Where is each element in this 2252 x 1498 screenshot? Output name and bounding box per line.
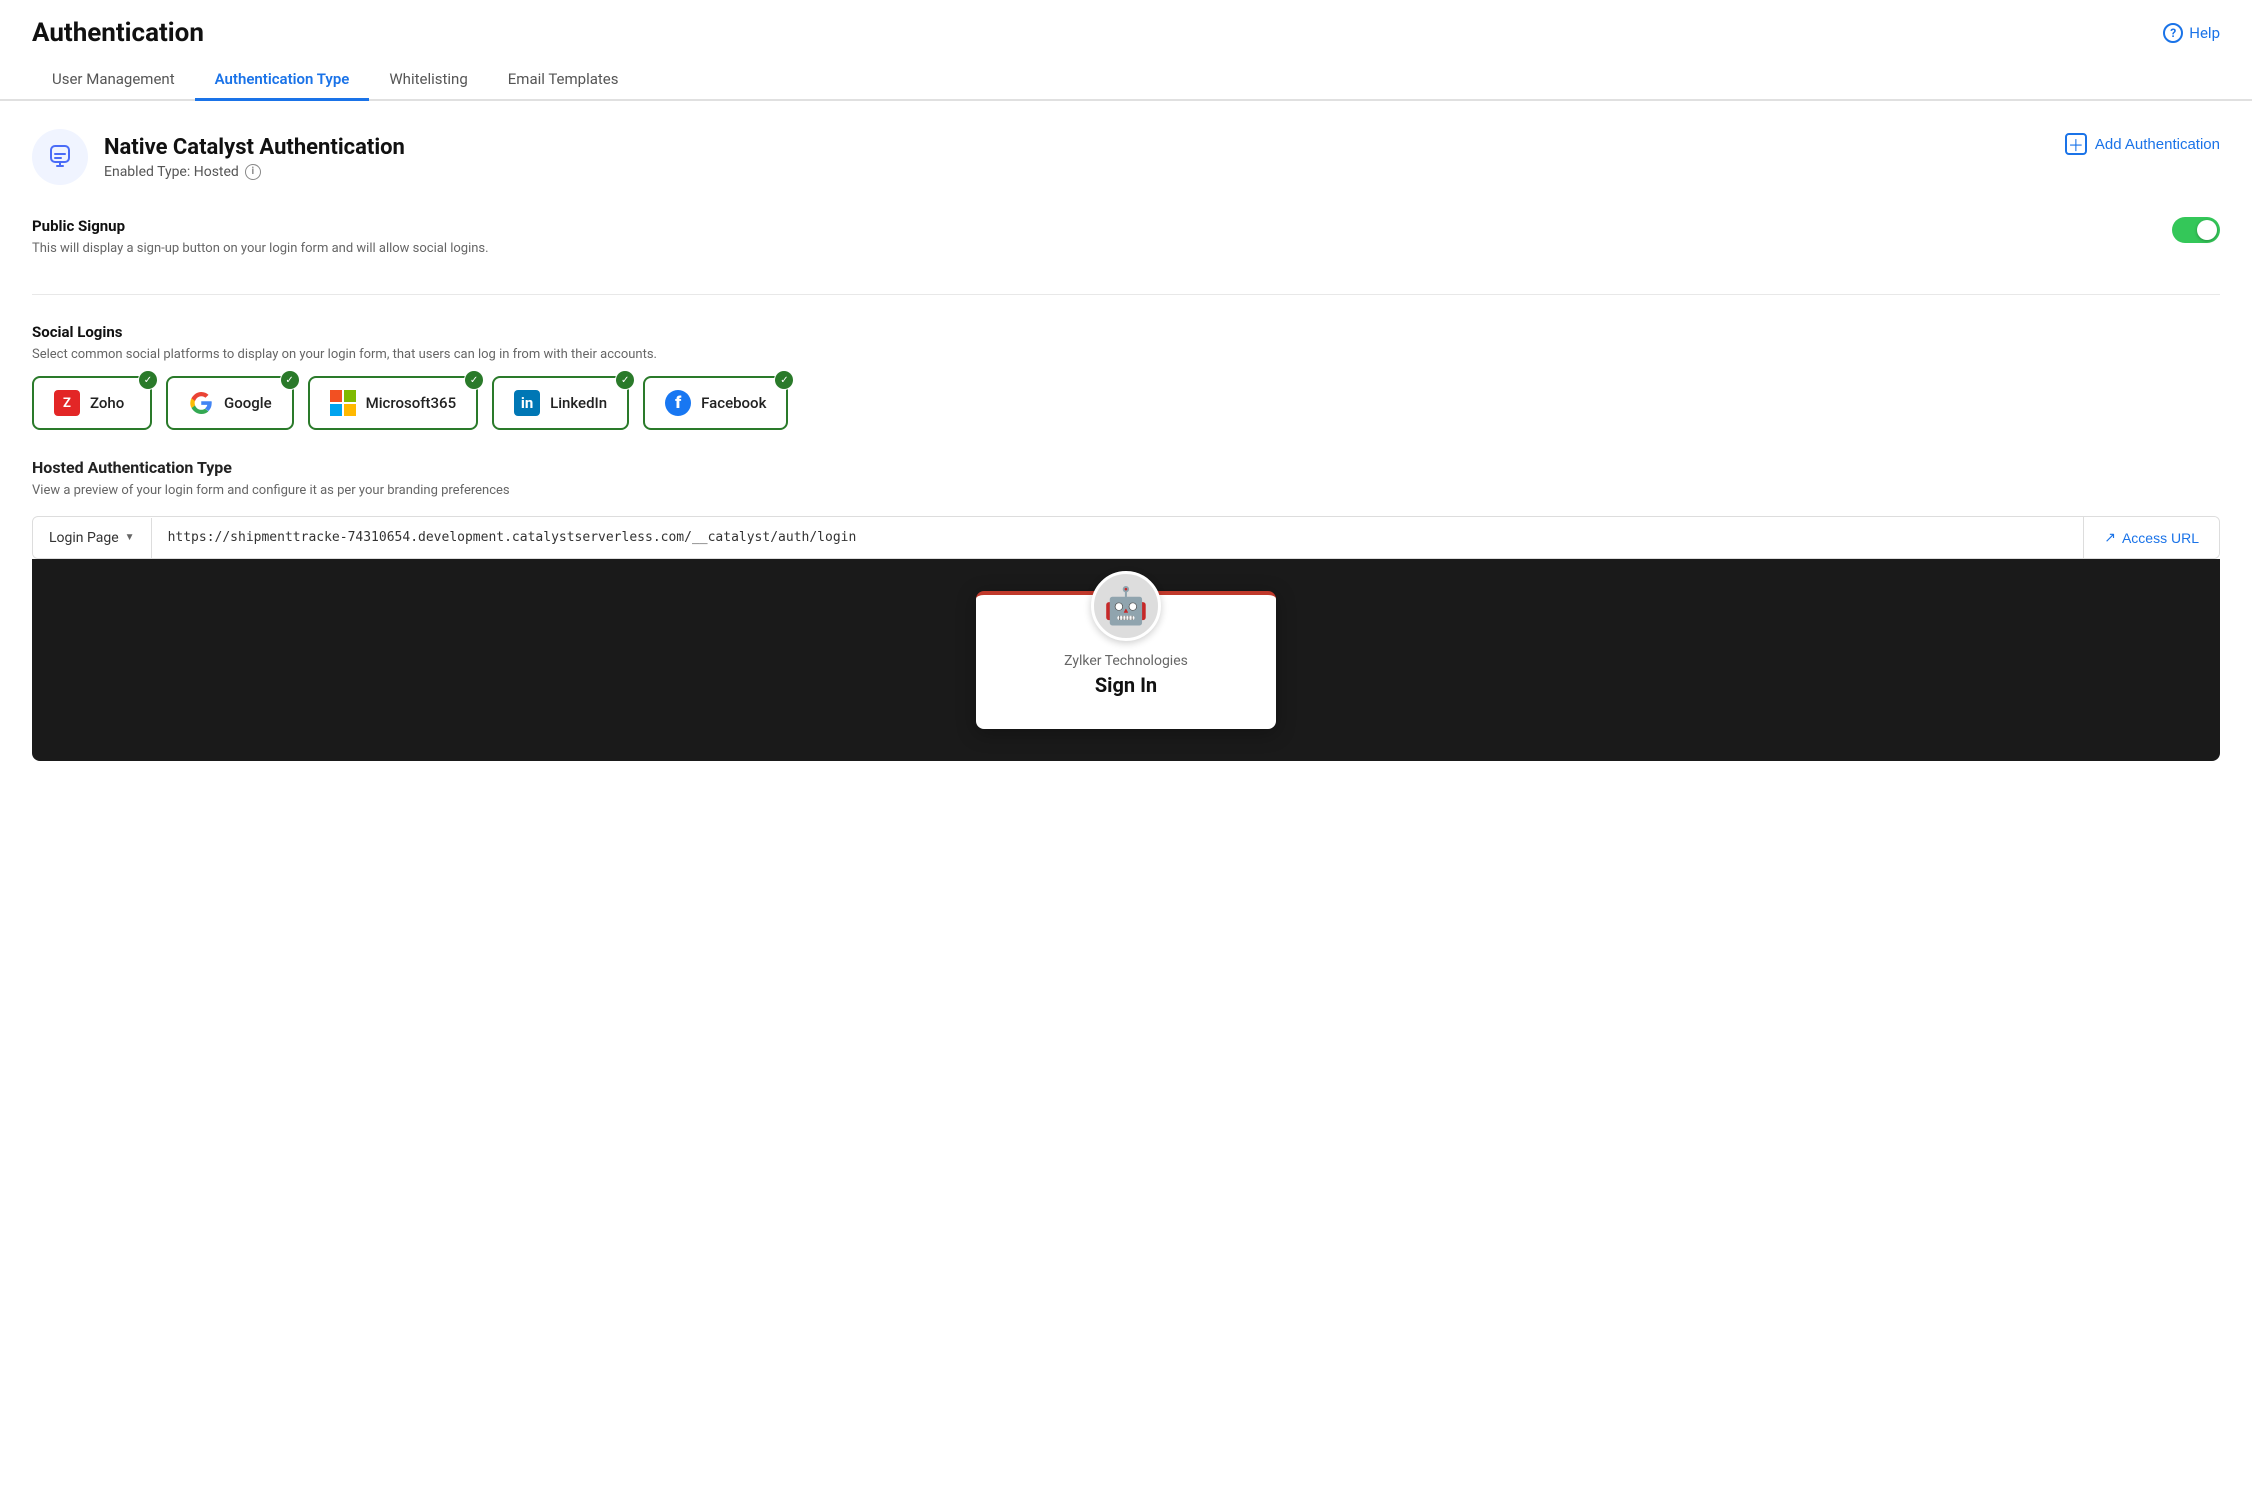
google-check-badge: ✓ [280, 370, 300, 390]
ms-q2 [344, 390, 356, 402]
tab-user-management[interactable]: User Management [32, 60, 195, 101]
google-check-circle: ✓ [281, 371, 299, 389]
login-card: 🤖 Zylker Technologies Sign In [976, 591, 1276, 729]
microsoft365-check-circle: ✓ [465, 371, 483, 389]
auth-header: Native Catalyst Authentication Enabled T… [32, 129, 2220, 185]
login-page-dropdown[interactable]: Login Page ▼ [33, 518, 152, 558]
login-sign-in-title: Sign In [1095, 673, 1157, 697]
tab-authentication-type[interactable]: Authentication Type [195, 60, 370, 101]
microsoft365-check-badge: ✓ [464, 370, 484, 390]
social-logins-section: Social Logins Select common social platf… [32, 323, 2220, 430]
page-title: Authentication [32, 18, 204, 48]
social-card-zoho[interactable]: Z Zoho ✓ [32, 376, 152, 430]
hosted-auth-description: View a preview of your login form and co… [32, 483, 2220, 498]
ms-q4 [344, 404, 356, 416]
tab-email-templates[interactable]: Email Templates [488, 60, 639, 101]
url-bar: Login Page ▼ https://shipmenttracke-7431… [32, 516, 2220, 559]
google-label: Google [224, 394, 272, 412]
facebook-check-badge: ✓ [774, 370, 794, 390]
toggle-thumb [2197, 220, 2217, 240]
ms-q3 [330, 404, 342, 416]
auth-subtitle: Enabled Type: Hosted i [104, 164, 405, 180]
login-avatar: 🤖 [1091, 571, 1161, 641]
chevron-down-icon: ▼ [125, 532, 135, 543]
auth-icon-box [32, 129, 88, 185]
hosted-auth-title: Hosted Authentication Type [32, 458, 2220, 477]
social-card-facebook[interactable]: f Facebook ✓ [643, 376, 788, 430]
social-card-linkedin[interactable]: in LinkedIn ✓ [492, 376, 629, 430]
main-content: Native Catalyst Authentication Enabled T… [0, 101, 2252, 817]
tab-whitelisting[interactable]: Whitelisting [369, 60, 487, 101]
auth-title: Native Catalyst Authentication [104, 135, 405, 160]
social-logins-description: Select common social platforms to displa… [32, 347, 2220, 362]
help-link[interactable]: ? Help [2163, 23, 2220, 43]
add-auth-icon: ＋ [2065, 133, 2087, 155]
social-card-google[interactable]: Google ✓ [166, 376, 294, 430]
auth-info: Native Catalyst Authentication Enabled T… [104, 135, 405, 180]
access-url-button[interactable]: ↗ Access URL [2083, 517, 2219, 558]
help-icon: ? [2163, 23, 2183, 43]
login-preview-area: 🤖 Zylker Technologies Sign In [32, 559, 2220, 761]
auth-icon [45, 142, 75, 172]
ms-q1 [330, 390, 342, 402]
hosted-auth-section: Hosted Authentication Type View a previe… [32, 458, 2220, 761]
public-signup-toggle[interactable] [2172, 217, 2220, 243]
social-card-microsoft365[interactable]: Microsoft365 ✓ [308, 376, 479, 430]
public-signup-description: This will display a sign-up button on yo… [32, 241, 489, 256]
google-icon [188, 390, 214, 416]
info-icon[interactable]: i [245, 164, 261, 180]
facebook-icon: f [665, 390, 691, 416]
robot-icon: 🤖 [1104, 588, 1149, 624]
tabs-bar: User Management Authentication Type Whit… [0, 60, 2252, 101]
public-signup-info: Public Signup This will display a sign-u… [32, 217, 489, 270]
social-logins-title: Social Logins [32, 323, 2220, 341]
linkedin-icon: in [514, 390, 540, 416]
facebook-label: Facebook [701, 394, 766, 412]
zoho-icon: Z [54, 390, 80, 416]
zoho-check-circle: ✓ [139, 371, 157, 389]
linkedin-check-badge: ✓ [615, 370, 635, 390]
help-label: Help [2189, 24, 2220, 42]
microsoft-icon [330, 390, 356, 416]
zoho-check-badge: ✓ [138, 370, 158, 390]
linkedin-label: LinkedIn [550, 394, 607, 412]
login-company: Zylker Technologies [1064, 653, 1188, 669]
auth-header-left: Native Catalyst Authentication Enabled T… [32, 129, 405, 185]
add-authentication-button[interactable]: ＋ Add Authentication [2065, 129, 2220, 159]
public-signup-title: Public Signup [32, 217, 489, 235]
page-header: Authentication ? Help [0, 0, 2252, 60]
microsoft365-label: Microsoft365 [366, 394, 457, 412]
facebook-check-circle: ✓ [775, 371, 793, 389]
toggle-track [2172, 217, 2220, 243]
public-signup-section: Public Signup This will display a sign-u… [32, 217, 2220, 295]
external-link-icon: ↗ [2104, 529, 2116, 546]
auth-url-display: https://shipmenttracke-74310654.developm… [152, 518, 2084, 557]
zoho-label: Zoho [90, 394, 124, 412]
linkedin-check-circle: ✓ [616, 371, 634, 389]
social-logins-grid: Z Zoho ✓ Google ✓ [32, 376, 2220, 430]
